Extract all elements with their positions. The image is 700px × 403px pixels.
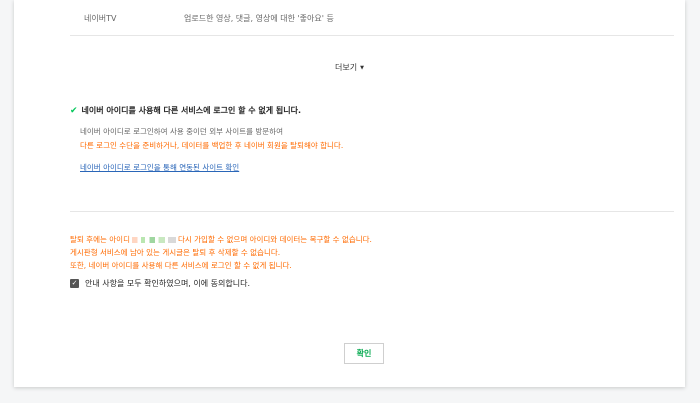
agree-checkbox-row[interactable]: ✓ 안내 사항을 모두 확인하였으며, 이에 동의합니다. — [70, 278, 250, 289]
withdrawal-notice-card: 네이버TV 업로드한 영상, 댓글, 영상에 대한 '좋아요' 등 더보기 ▼ ✔… — [14, 0, 685, 387]
check-icon: ✔ — [70, 105, 78, 116]
warning-line-1-prefix: 탈퇴 후에는 아이디 — [70, 235, 130, 244]
more-row: 더보기 ▼ — [14, 55, 685, 74]
agree-label: 안내 사항을 모두 확인하였으며, 이에 동의합니다. — [85, 279, 250, 288]
confirm-button[interactable]: 확인 — [344, 343, 384, 364]
warning-line-1: 탈퇴 후에는 아이디 다시 가입할 수 없으며 아이디와 데이터는 복구할 수 없… — [70, 233, 674, 246]
agree-checkbox[interactable]: ✓ — [70, 279, 79, 288]
more-button[interactable]: 더보기 ▼ — [335, 62, 364, 73]
caret-down-icon: ▼ — [360, 64, 364, 71]
warning-line-1-suffix: 다시 가입할 수 없으며 아이디와 데이터는 복구할 수 없습니다. — [177, 235, 372, 244]
more-button-label: 더보기 — [335, 63, 358, 72]
linked-sites-link[interactable]: 네이버 아이디로 로그인을 통해 연동된 사이트 확인 — [80, 162, 239, 173]
service-name: 네이버TV — [84, 14, 117, 23]
service-description: 업로드한 영상, 댓글, 영상에 대한 '좋아요' 등 — [184, 14, 334, 23]
divider — [70, 211, 674, 212]
page: 네이버TV 업로드한 영상, 댓글, 영상에 대한 '좋아요' 등 더보기 ▼ ✔… — [0, 0, 700, 403]
service-table-row: 네이버TV 업로드한 영상, 댓글, 영상에 대한 '좋아요' 등 — [70, 5, 674, 36]
warning-line-3: 또한, 네이버 아이디를 사용해 다른 서비스에 로그인 할 수 없게 됩니다. — [70, 261, 292, 270]
notice-line-1: 네이버 아이디로 로그인하여 사용 중이던 외부 사이트를 방문하여 — [80, 127, 283, 136]
warning-line-2: 게시판형 서비스에 남아 있는 게시글은 탈퇴 후 삭제할 수 없습니다. — [70, 248, 281, 257]
withdrawal-warning: 탈퇴 후에는 아이디 다시 가입할 수 없으며 아이디와 데이터는 복구할 수 없… — [70, 233, 674, 272]
notice-title-text: 네이버 아이디를 사용해 다른 서비스에 로그인 할 수 없게 됩니다. — [81, 106, 302, 115]
notice-line-2: 다른 로그인 수단을 준비하거나, 데이터를 백업한 후 네이버 회원을 탈퇴해… — [80, 141, 344, 150]
notice-title: ✔ 네이버 아이디를 사용해 다른 서비스에 로그인 할 수 없게 됩니다. — [70, 105, 674, 116]
id-login-notice: ✔ 네이버 아이디를 사용해 다른 서비스에 로그인 할 수 없게 됩니다. 네… — [70, 105, 674, 174]
masked-id — [131, 237, 176, 243]
